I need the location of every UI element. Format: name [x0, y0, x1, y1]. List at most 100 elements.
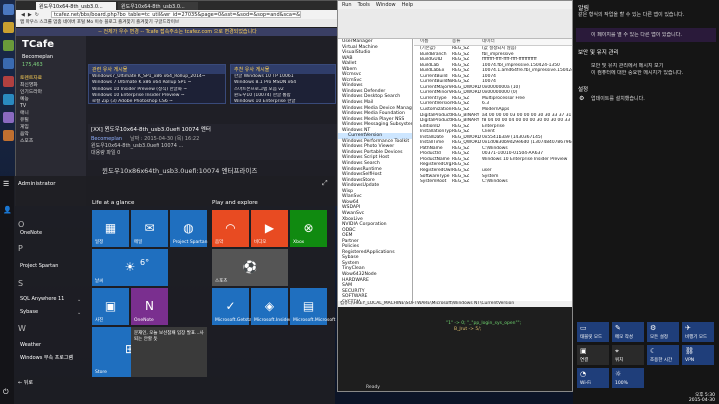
quick-action[interactable]: ☾ 조용한 시간	[647, 345, 679, 365]
quick-action[interactable]: ✈ 비행기 모드	[682, 322, 714, 342]
quick-action[interactable]: ✎ 메모 작성	[612, 322, 644, 342]
desktop-icon[interactable]	[3, 40, 14, 51]
resize-icon[interactable]: ⤢	[322, 179, 328, 188]
power-icon[interactable]: ⏻	[3, 388, 9, 397]
tile-photo[interactable]: ▣ 사진	[92, 288, 129, 325]
column-type[interactable]: 종류	[452, 39, 482, 45]
hamburger-icon[interactable]: ☰	[3, 180, 9, 188]
calendar-icon: ▦	[104, 221, 117, 236]
tree-node[interactable]: Windows Messaging Subsystem	[338, 122, 412, 128]
quick-action[interactable]: ◔ Wi-Fi	[577, 368, 609, 388]
site-menu-link[interactable]: 예능	[16, 96, 86, 103]
tile-calendar[interactable]: ▦ 일정	[92, 210, 129, 247]
notification-text[interactable]: 이 컴퓨터에 대한 중요한 메시지가 있습니다.	[591, 70, 715, 76]
back-arrow-icon: ←	[18, 380, 23, 386]
recommended-post-link[interactable]: Windows 10 Enterprise 한글	[231, 99, 335, 105]
site-menu-link[interactable]: 애니	[16, 110, 86, 117]
quick-action[interactable]: ⌖ 위치	[612, 345, 644, 365]
related-posts-title: 관련 유사 게시물	[89, 65, 225, 74]
tab-strip: 윈도우10x64-8th_usb3.0... 윈도우10x64-8th_usb3…	[16, 1, 339, 10]
quick-action-label: 모든 설정	[650, 335, 668, 340]
site-announcement[interactable]: -- 전체가 우수 변경 -- Tcafe 접속주소는 tcafez.com 으…	[16, 28, 339, 36]
notification-text[interactable]: 같은 형식의 작업을 할 수 있는 다른 앱이 있습니다.	[578, 12, 714, 18]
photo-icon: ▣	[104, 299, 117, 314]
notification-text[interactable]: 보안 및 유지 관리에서 메시지 보기	[591, 63, 715, 69]
tile-label: 스포츠	[215, 279, 228, 284]
desktop-icon[interactable]	[3, 76, 14, 87]
chevron-down-icon[interactable]: ⌄	[77, 310, 81, 316]
quick-action[interactable]: ▭ 태블릿 모드	[577, 322, 609, 342]
user-icon[interactable]: 👤	[3, 206, 12, 214]
app-item-project-spartan[interactable]: Project Spartan	[14, 261, 88, 272]
tile-mail[interactable]: ✉ 메일	[131, 210, 168, 247]
site-menu-link[interactable]: 인기드라마	[16, 89, 86, 96]
post-author[interactable]: Becomeplan	[91, 135, 122, 143]
site-menu-link[interactable]: 음악	[16, 131, 86, 138]
tile-tips[interactable]: ✓ Microsoft.Getsta App	[212, 288, 262, 325]
tile-headphones[interactable]: ◠ 음악	[212, 210, 249, 247]
site-logo[interactable]: TCafe	[16, 36, 86, 53]
browser-tab[interactable]: 윈도우10x64-8th_usb3.0...	[118, 2, 198, 10]
desktop-icon[interactable]	[3, 130, 14, 141]
app-group-letter[interactable]: W	[18, 324, 26, 333]
app-group-letter[interactable]: P	[18, 244, 23, 253]
tile-xbox[interactable]: ⊗ Xbox	[290, 210, 327, 247]
quick-action[interactable]: ☼ 100%	[612, 368, 644, 388]
forward-icon[interactable]: ▶	[28, 12, 32, 18]
site-menu-link[interactable]: 유틸	[16, 117, 86, 124]
notifications-title: 알림	[578, 5, 590, 12]
tile-weather[interactable]: ☀ 날씨	[92, 249, 168, 286]
back-button[interactable]: ← 뒤로	[18, 379, 33, 386]
tile-app[interactable]: ▤ Microsoft.Microsoft App	[290, 288, 346, 325]
app-item-weather[interactable]: Weather	[14, 340, 88, 351]
clock[interactable]: 오후 5:30 2015-04-30	[689, 393, 715, 403]
app-item-onenote[interactable]: OneNote	[14, 228, 88, 239]
site-menu-link[interactable]: 토렌트자료	[16, 75, 86, 82]
site-menu-link[interactable]: 스포츠	[16, 138, 86, 145]
headphones-icon: ◠	[225, 221, 236, 236]
news-tile[interactable]: 문재인, 오늘 보선참패 입장 발표…사퇴는 안할 듯	[131, 327, 207, 377]
wifi-icon: ◔	[580, 370, 587, 378]
desktop-icon[interactable]	[3, 22, 14, 33]
tree-node[interactable]: Windows Media Foundation	[338, 111, 412, 117]
tile-sports[interactable]: ⚽ 스포츠	[212, 249, 288, 286]
column-name[interactable]: 이름	[414, 39, 452, 45]
value-row[interactable]: SystemRoot REG_SZ C:\Windows	[414, 179, 572, 185]
site-menu-link[interactable]: TV	[16, 103, 86, 110]
tile-insider[interactable]: ◈ Microsoft.Insider App	[251, 288, 301, 325]
menu-item[interactable]: Window	[376, 1, 396, 9]
user-name[interactable]: Administrator	[18, 181, 56, 187]
address-bar[interactable]: tcafez.net/bbs/board.php?bo_table=tc_uti…	[50, 11, 301, 18]
bookmarks-bar[interactable]: 앱 마우스 스크롤 멈춤 네이버 포털 Mo 이슈 블로그 즐겨찾기 즐겨찾기 …	[16, 19, 339, 27]
login-user[interactable]: Becomeplan	[16, 53, 86, 61]
tile-label: Store	[95, 370, 107, 375]
menu-item[interactable]: Help	[402, 1, 413, 9]
quick-action[interactable]: ▣ 연결	[577, 345, 609, 365]
post-attachment[interactable]: 윈도우10x64-8th_usb3.0uefi 10074 ...	[91, 143, 335, 150]
site-menu-link[interactable]: 최신영화	[16, 82, 86, 89]
browser-tab[interactable]: 윈도우10x64-8th_usb3.0...	[36, 2, 116, 10]
desktop-icon[interactable]	[3, 58, 14, 69]
desktop-icon[interactable]	[3, 94, 14, 105]
airplane-icon: ✈	[685, 324, 691, 332]
column-data[interactable]: 데이터	[482, 39, 495, 45]
reload-icon[interactable]: ↻	[35, 12, 39, 18]
tile-video[interactable]: ▶ 비디오	[251, 210, 288, 247]
site-menu-link[interactable]: 게임	[16, 124, 86, 131]
desktop-icon[interactable]	[3, 4, 14, 15]
tile-label: 비디오	[254, 240, 267, 245]
tile-globe[interactable]: ◍ Project Spartan	[170, 210, 208, 247]
app-item-windows-accessories[interactable]: Windows 부속 프로그램	[14, 353, 88, 364]
notification-text[interactable]: 업데이트를 설치했습니다.	[591, 96, 715, 102]
quick-action[interactable]: ⚙ 모든 설정	[647, 322, 679, 342]
related-post-link[interactable]: 로컬 Zip (3) Adobe Photoshop CS6 ~	[89, 99, 225, 105]
desktop-icon[interactable]	[3, 112, 14, 123]
notification-text[interactable]: 이 페이지를 열 수 있는 다른 앱이 있습니다.	[591, 32, 715, 38]
chevron-down-icon[interactable]: ⌄	[77, 297, 81, 303]
back-icon[interactable]: ◀	[21, 12, 25, 18]
app-group-letter[interactable]: S	[18, 279, 23, 288]
quick-action[interactable]: ⛓ VPN	[682, 345, 714, 365]
menu-item[interactable]: Tools	[358, 1, 370, 9]
tile-onenote[interactable]: N OneNote	[131, 288, 168, 325]
menu-item[interactable]: Run	[342, 1, 352, 9]
